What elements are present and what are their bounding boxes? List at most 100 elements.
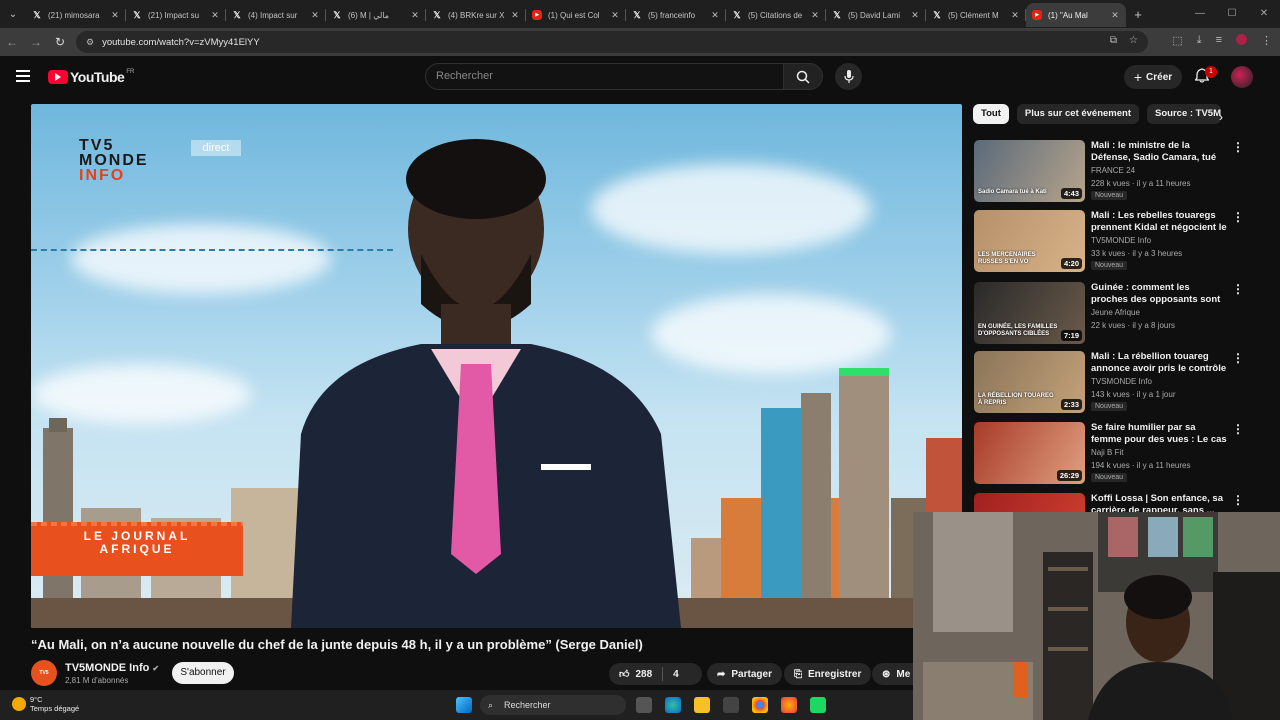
channel-name-row[interactable]: TV5MONDE Info ✔ [65,662,159,674]
weather-widget[interactable]: 9°C Temps dégagé [12,695,79,713]
bookmark-star-icon[interactable]: ☆ [1129,35,1138,46]
install-app-icon[interactable]: ⧉ [1110,35,1117,46]
file-explorer-icon[interactable] [694,697,710,713]
maximize-icon[interactable]: ☐ [1216,0,1248,28]
browser-tab[interactable]: 𝕏 (5) franceinfo ✕ [626,3,726,27]
tab-close-icon[interactable]: ✕ [810,10,820,21]
create-button[interactable]: + Créer [1124,65,1182,89]
save-button[interactable]: ⎘ Enregistrer [784,663,872,685]
tab-close-icon[interactable]: ✕ [1110,10,1120,21]
browser-tab[interactable]: 𝕏 (6) M | ﻣﺎﻟﻲ ✕ [326,3,426,27]
browser-tab[interactable]: 𝕏 (5) Clément M ✕ [926,3,1026,27]
new-tab-icon[interactable]: + [1126,7,1150,22]
recommended-channel[interactable]: Jeune Afrique [1091,308,1140,317]
more-options-icon[interactable]: ⋮ [1232,210,1244,224]
video-thumbnail[interactable]: 26:29 [974,422,1085,484]
recommended-title[interactable]: Guinée : comment les proches des opposan… [1091,282,1227,306]
tab-close-icon[interactable]: ✕ [210,10,220,21]
tab-close-icon[interactable]: ✕ [110,10,120,21]
tab-close-icon[interactable]: ✕ [710,10,720,21]
search-button[interactable] [783,63,823,90]
reload-icon[interactable]: ↻ [48,35,72,49]
video-thumbnail[interactable]: Sadio Camara tué à Kati 4:43 [974,140,1085,202]
more-actions-button[interactable]: ⊛ Me [872,663,913,685]
omnibox[interactable]: ⚙ youtube.com/watch?v=zVMyy41ElYY ⧉ ☆ [76,31,1148,53]
browser-tab[interactable]: 𝕏 (21) Impact su ✕ [126,3,226,27]
browser-tab[interactable]: 𝕏 (5) David Lami ✕ [826,3,926,27]
app-icon[interactable] [810,697,826,713]
recommended-channel[interactable]: Naji B Fit [1091,448,1123,457]
subscribe-button[interactable]: S'abonner [172,662,234,684]
tab-close-icon[interactable]: ✕ [310,10,320,21]
tab-close-icon[interactable]: ✕ [410,10,420,21]
video-player[interactable]: TV5 MONDE INFO direct LE JOURNAL AFRIQUE [31,104,962,628]
media-icon[interactable]: ≡ [1216,34,1222,47]
chip-source[interactable]: Source : TV5MONDE [1147,104,1222,124]
profile-icon[interactable] [1236,34,1247,45]
edge-icon[interactable] [665,697,681,713]
browser-tab[interactable]: 𝕏 (21) mimosara ✕ [26,3,126,27]
back-icon[interactable]: ← [0,35,24,49]
more-options-icon[interactable]: ⋮ [1232,351,1244,365]
more-options-icon[interactable]: ⋮ [1232,140,1244,154]
like-icon[interactable]: 👍︎ [619,668,629,680]
recommended-video[interactable]: LA RÉBELLION TOUAREG À REPRIS 2:33 Mali : … [974,351,1244,415]
recommended-title[interactable]: Se faire humilier par sa femme pour des … [1091,422,1227,446]
chip-all[interactable]: Tout [973,104,1009,124]
windows-start-icon[interactable] [456,697,472,713]
voice-search-button[interactable] [835,63,862,90]
more-options-icon[interactable]: ⋮ [1232,282,1244,296]
channel-name[interactable]: TV5MONDE Info [65,662,149,674]
video-thumbnail[interactable]: LA RÉBELLION TOUAREG À REPRIS 2:33 [974,351,1085,413]
site-info-icon[interactable]: ⚙ [86,37,94,48]
browser-tab[interactable]: 𝕏 (4) BRKre sur X ✕ [426,3,526,27]
weather-temp: 9°C [30,695,43,704]
recommended-channel[interactable]: FRANCE 24 [1091,166,1135,175]
minimize-icon[interactable]: — [1184,0,1216,28]
browser-tab[interactable]: ▶ (1) Qui est Col ✕ [526,3,626,27]
recommended-video[interactable]: LES MERCENAIRES RUSSES S'EN VO 4:20 Mali :… [974,210,1244,274]
browser-tab[interactable]: 𝕏 (5) Citations de ✕ [726,3,826,27]
tab-close-icon[interactable]: ✕ [1010,10,1020,21]
download-icon[interactable]: ⤓ [1197,34,1202,47]
tab-search-icon[interactable]: ⌄ [0,0,26,28]
recommended-title[interactable]: Mali : le ministre de la Défense, Sadio … [1091,140,1227,164]
share-button[interactable]: ➦ Partager [707,663,782,685]
more-options-icon[interactable]: ⋮ [1232,493,1244,507]
more-options-icon[interactable]: ⋮ [1232,422,1244,436]
browser-tab[interactable]: 𝕏 (4) Impact sur ✕ [226,3,326,27]
chip-related-event[interactable]: Plus sur cet événement [1016,104,1140,124]
hamburger-menu-icon[interactable] [16,70,30,82]
comment-count[interactable]: 4 [673,669,679,680]
browser-menu-icon[interactable]: ⋮ [1261,34,1272,47]
recommended-title[interactable]: Mali : La rébellion touareg annonce avoi… [1091,351,1227,375]
recommended-video[interactable]: 26:29 Se faire humilier par sa femme pour… [974,422,1244,486]
x-icon: 𝕏 [833,9,841,20]
chrome-icon[interactable] [752,697,768,713]
taskbar-search[interactable]: ⌕ Rechercher [480,695,626,715]
account-avatar[interactable] [1231,66,1253,88]
new-badge: Nouveau [1091,191,1128,200]
recommended-video[interactable]: EN GUINÉE, LES FAMILLES D'OPPOSANTS CIBL… [974,282,1244,346]
store-icon[interactable] [723,697,739,713]
recommended-title[interactable]: Mali : Les rebelles touaregs prennent Ki… [1091,210,1227,234]
recommended-channel[interactable]: TV5MONDE Info [1091,236,1151,245]
browser-tab[interactable]: ▶ (1) "Au Mal ✕ [1026,3,1126,27]
channel-avatar[interactable]: TV5 [31,660,57,686]
youtube-logo[interactable]: YouTube FR [48,69,134,85]
firefox-icon[interactable] [781,697,797,713]
extensions-icon[interactable]: ⬚ [1172,34,1182,47]
recommended-channel[interactable]: TVSMONDE Info [1091,377,1152,386]
like-count[interactable]: 288 [635,669,652,680]
video-thumbnail[interactable]: LES MERCENAIRES RUSSES S'EN VO 4:20 [974,210,1085,272]
tab-close-icon[interactable]: ✕ [510,10,520,21]
tab-close-icon[interactable]: ✕ [910,10,920,21]
task-view-icon[interactable] [636,697,652,713]
forward-icon[interactable]: → [24,35,48,49]
recommended-video[interactable]: Sadio Camara tué à Kati 4:43 Mali : le min… [974,140,1244,204]
search-input[interactable]: Rechercher [425,63,783,90]
close-window-icon[interactable]: ✕ [1248,0,1280,28]
video-thumbnail[interactable]: EN GUINÉE, LES FAMILLES D'OPPOSANTS CIBL… [974,282,1085,344]
tab-close-icon[interactable]: ✕ [610,10,620,21]
chevron-right-icon[interactable]: › [1219,110,1223,124]
